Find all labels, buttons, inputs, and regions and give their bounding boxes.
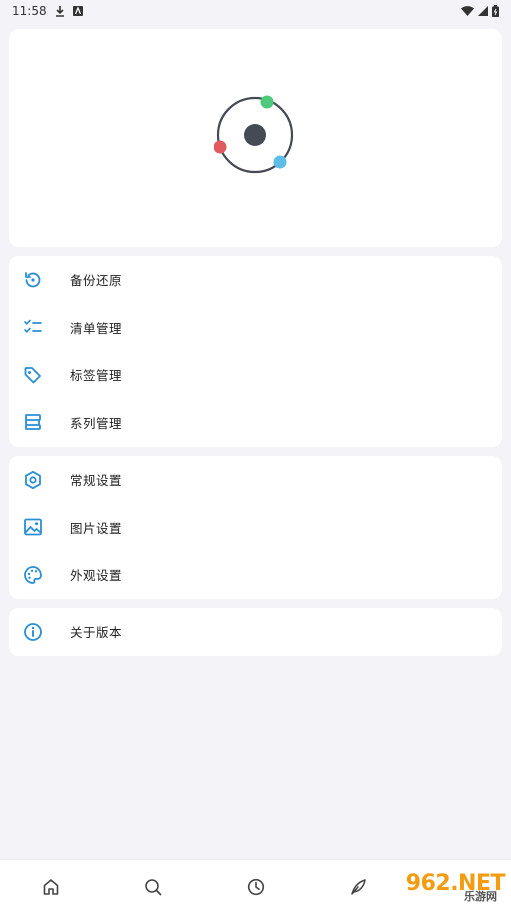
status-right <box>461 5 499 17</box>
menu-item-series-management[interactable]: 系列管理 <box>9 399 502 447</box>
menu-label: 标签管理 <box>70 368 123 384</box>
signal-icon <box>478 6 488 16</box>
status-left: 11:58 <box>12 4 83 18</box>
menu-label: 常规设置 <box>70 473 123 489</box>
image-icon <box>22 516 44 538</box>
about-card: 关于版本 <box>9 608 502 656</box>
settings-card: 常规设置 图片设置 外观设置 <box>9 456 502 599</box>
app-logo <box>213 94 296 176</box>
menu-label: 图片设置 <box>70 520 123 536</box>
menu-label: 关于版本 <box>70 625 123 641</box>
watermark-logo: 962.NET 乐游网 <box>367 860 506 906</box>
info-icon <box>22 621 44 643</box>
menu-item-general-settings[interactable]: 常规设置 <box>9 456 502 504</box>
clock-icon <box>247 878 265 896</box>
home-icon <box>43 879 59 895</box>
feather-icon <box>351 879 366 895</box>
download-icon <box>55 5 65 17</box>
battery-icon <box>492 5 499 17</box>
menu-item-list-management[interactable]: 清单管理 <box>9 304 502 352</box>
hexagon-settings-icon <box>22 469 44 491</box>
menu-item-about-version[interactable]: 关于版本 <box>9 608 502 656</box>
menu-item-appearance-settings[interactable]: 外观设置 <box>9 551 502 599</box>
wifi-icon <box>461 6 474 16</box>
menu-label: 外观设置 <box>70 568 123 584</box>
menu-label: 清单管理 <box>70 320 123 336</box>
nav-notes[interactable] <box>348 877 368 897</box>
menu-item-backup-restore[interactable]: 备份还原 <box>9 256 502 304</box>
palette-icon <box>22 564 44 586</box>
nav-history[interactable] <box>246 877 266 897</box>
menu-item-tag-management[interactable]: 标签管理 <box>9 351 502 399</box>
watermark-sub: 乐游网 <box>464 890 497 903</box>
nav-home[interactable] <box>41 877 61 897</box>
series-icon <box>22 411 44 433</box>
restore-icon <box>22 269 44 291</box>
logo-card <box>9 29 502 247</box>
status-time: 11:58 <box>12 4 47 18</box>
status-bar: 11:58 <box>0 0 511 22</box>
menu-label: 备份还原 <box>70 273 123 289</box>
nav-search[interactable] <box>143 877 163 897</box>
data-management-card: 备份还原 清单管理 标签管理 系列管理 <box>9 256 502 447</box>
checklist-icon <box>22 316 44 338</box>
tag-icon <box>22 364 44 386</box>
search-icon <box>145 879 162 896</box>
menu-item-image-settings[interactable]: 图片设置 <box>9 504 502 552</box>
notification-a-icon <box>72 6 83 16</box>
menu-label: 系列管理 <box>70 415 123 431</box>
